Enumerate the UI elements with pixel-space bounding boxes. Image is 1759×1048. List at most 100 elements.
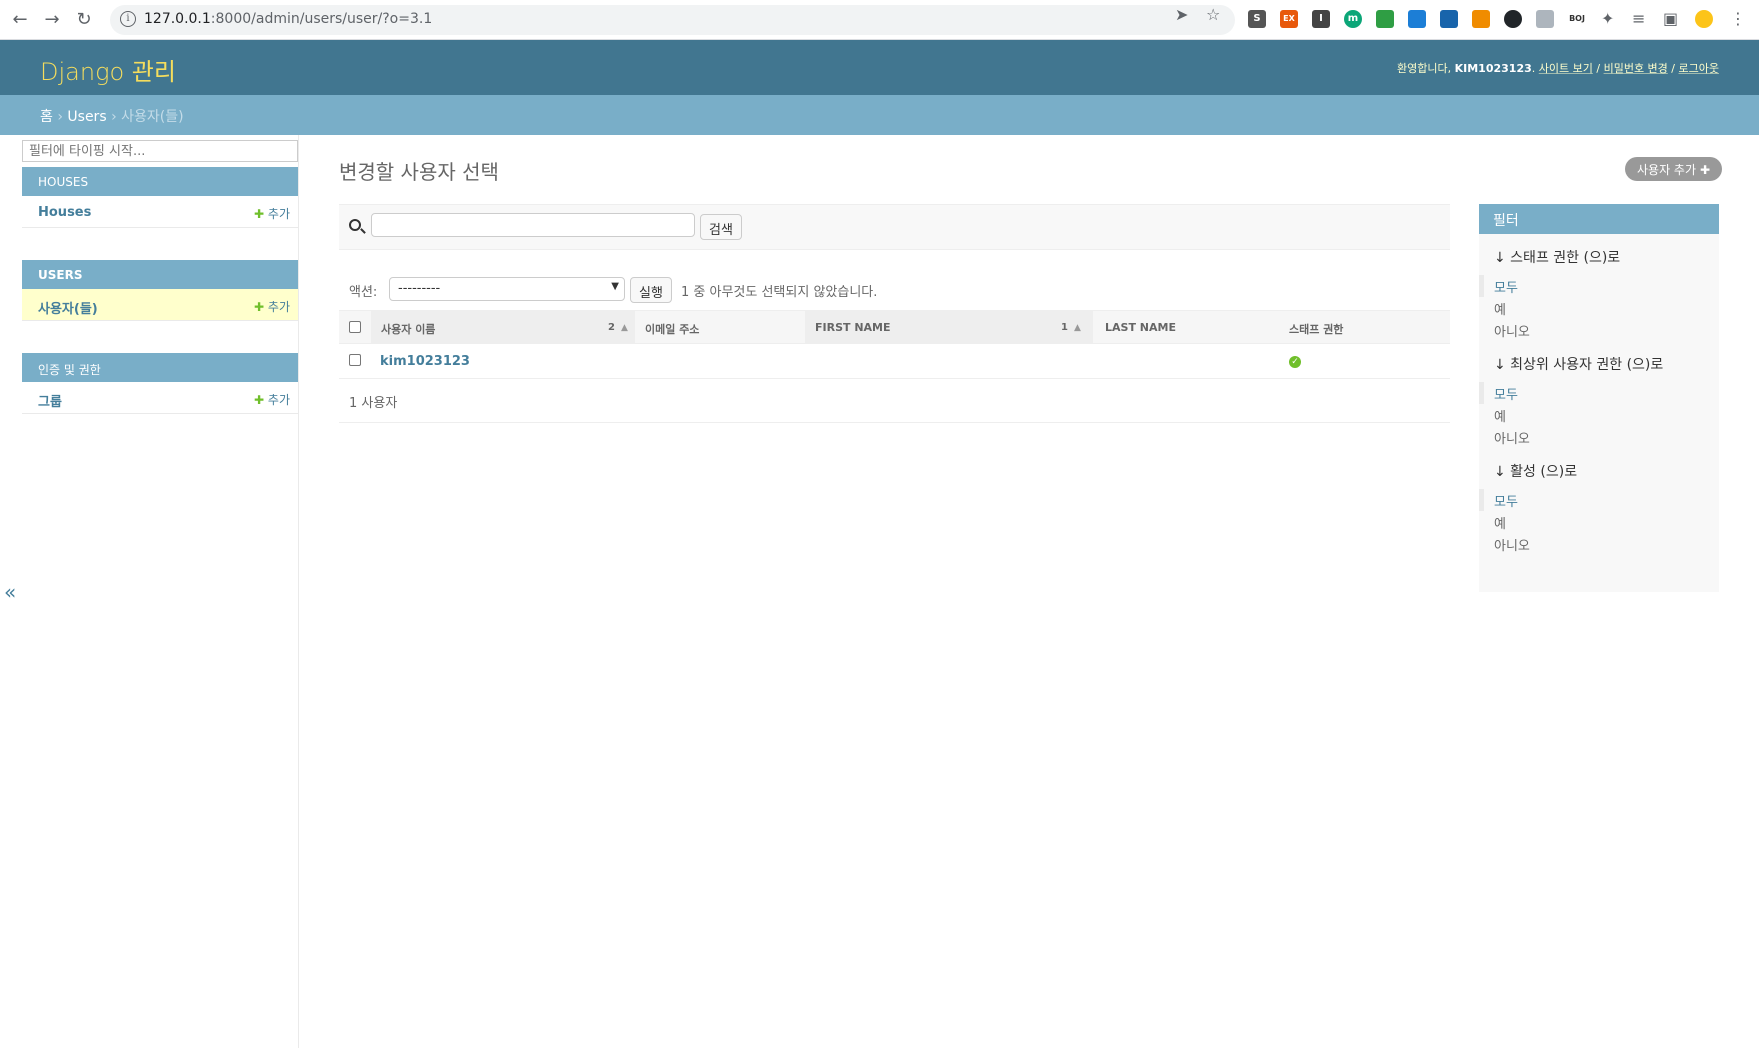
extension-circle-icon[interactable]	[1504, 10, 1522, 28]
add-link[interactable]: ✚ 추가	[254, 298, 290, 315]
sidebar-item-houses: Houses ✚ 추가	[22, 196, 298, 228]
breadcrumb-current: 사용자(들)	[121, 109, 184, 125]
separator: /	[1671, 62, 1676, 75]
filter-option[interactable]: 예	[1479, 297, 1719, 319]
search-toolbar: 검색	[339, 204, 1450, 250]
separator: /	[1596, 62, 1601, 75]
puzzle-icon[interactable]: ✦	[1601, 9, 1614, 28]
extension-portrait-icon[interactable]	[1536, 10, 1554, 28]
action-label: 액션:	[349, 285, 378, 300]
app-caption[interactable]: 인증 및 권한	[22, 353, 298, 382]
app-caption[interactable]: HOUSES	[22, 167, 298, 196]
sidebar-item-groups: 그룹 ✚ 추가	[22, 382, 298, 414]
address-bar[interactable]: i 127.0.0.1:8000/admin/users/user/?o=3.1	[110, 5, 1235, 35]
model-link[interactable]: Houses	[38, 205, 91, 220]
breadcrumb-app[interactable]: Users	[67, 109, 106, 125]
site-header: Django 관리 환영합니다, KIM1023123. 사이트 보기 / 비밀…	[0, 40, 1759, 95]
add-user-button[interactable]: 사용자 추가 ✚	[1625, 157, 1723, 181]
kebab-menu-icon[interactable]: ⋮	[1730, 9, 1746, 28]
column-header-last-name[interactable]: LAST NAME	[1095, 311, 1279, 344]
add-link[interactable]: ✚ 추가	[254, 391, 290, 408]
site-info-icon[interactable]: i	[120, 11, 136, 27]
select-all-checkbox[interactable]	[349, 321, 361, 333]
column-header-email[interactable]: 이메일 주소	[635, 311, 803, 344]
filter-option[interactable]: 아니오	[1479, 533, 1719, 555]
bookmark-star-icon[interactable]: ☆	[1206, 5, 1220, 24]
logout-link[interactable]: 로그아웃	[1679, 62, 1719, 75]
app-module-houses: HOUSES Houses ✚ 추가	[22, 167, 298, 228]
plus-icon: ✚	[254, 300, 265, 314]
username: KIM1023123	[1454, 62, 1532, 75]
extension-screen-icon[interactable]	[1376, 10, 1394, 28]
check-circle-icon: ✓	[1289, 356, 1301, 368]
column-header-staff[interactable]: 스태프 권한	[1279, 311, 1449, 344]
filter-options-active: 모두 예 아니오	[1479, 489, 1719, 555]
model-link[interactable]: 그룹	[38, 391, 62, 410]
reload-icon[interactable]: ↻	[72, 8, 96, 32]
filter-options-staff: 모두 예 아니오	[1479, 275, 1719, 341]
paginator: 1 사용자	[339, 379, 1450, 423]
sort-priority[interactable]: 1	[1061, 322, 1068, 333]
breadcrumb-separator: ›	[111, 109, 117, 125]
back-arrow-icon[interactable]: ←	[8, 8, 32, 32]
filter-heading-superuser: ↓ 최상위 사용자 권한 (으)로	[1494, 357, 1664, 373]
extension-s-icon[interactable]: S	[1248, 10, 1266, 28]
filter-option[interactable]: 모두	[1479, 489, 1719, 511]
forward-arrow-icon[interactable]: →	[40, 8, 64, 32]
sort-ascending-icon[interactable]: ▲	[1074, 323, 1081, 333]
toggle-sidebar-button[interactable]: «	[4, 580, 16, 604]
sort-priority[interactable]: 2	[608, 322, 615, 333]
app-module-auth: 인증 및 권한 그룹 ✚ 추가	[22, 353, 298, 414]
sidebar-item-users: 사용자(들) ✚ 추가	[22, 289, 298, 321]
search-button[interactable]: 검색	[700, 214, 742, 240]
search-input[interactable]	[371, 213, 695, 237]
column-header-first-name[interactable]: FIRST NAME 1 ▲	[805, 311, 1093, 344]
column-header-username[interactable]: 사용자 이름 2 ▲	[371, 311, 635, 344]
nav-filter-input[interactable]	[22, 140, 298, 162]
filter-option[interactable]: 아니오	[1479, 319, 1719, 341]
filter-title: 필터	[1479, 204, 1719, 234]
change-password-link[interactable]: 비밀번호 변경	[1604, 62, 1668, 75]
search-icon	[349, 219, 361, 231]
filter-option[interactable]: 아니오	[1479, 426, 1719, 448]
action-select[interactable]: --------- ▼	[389, 277, 625, 301]
filter-heading-active: ↓ 활성 (으)로	[1494, 464, 1578, 480]
filter-option[interactable]: 예	[1479, 404, 1719, 426]
extension-boj-icon[interactable]: BOJ	[1568, 10, 1586, 28]
send-icon[interactable]: ➤	[1175, 5, 1188, 24]
selection-counter: 1 중 아무것도 선택되지 않았습니다.	[681, 285, 878, 300]
breadcrumb-home[interactable]: 홈	[40, 109, 53, 125]
welcome-text: 환영합니다,	[1397, 62, 1452, 75]
sort-ascending-icon[interactable]: ▲	[621, 323, 628, 333]
actions-bar: 액션: --------- ▼ 실행 1 중 아무것도 선택되지 않았습니다.	[339, 272, 1450, 308]
breadcrumb: 홈 › Users › 사용자(들)	[0, 95, 1759, 135]
row-checkbox[interactable]	[349, 354, 361, 366]
extension-ex-icon[interactable]: EX	[1280, 10, 1298, 28]
avatar[interactable]	[1695, 10, 1713, 28]
add-link[interactable]: ✚ 추가	[254, 205, 290, 222]
model-link[interactable]: 사용자(들)	[38, 298, 98, 317]
filter-heading-staff: ↓ 스태프 권한 (으)로	[1494, 250, 1621, 266]
extension-i-icon[interactable]: I	[1312, 10, 1330, 28]
table-row: kim1023123 ✓	[339, 344, 1450, 379]
extension-m-icon[interactable]: m	[1344, 10, 1362, 28]
site-branding[interactable]: Django 관리	[40, 52, 176, 87]
app-caption[interactable]: USERS	[22, 260, 298, 289]
filter-option[interactable]: 모두	[1479, 382, 1719, 404]
filter-option[interactable]: 예	[1479, 511, 1719, 533]
breadcrumb-separator: ›	[57, 109, 63, 125]
plus-icon: ✚	[254, 207, 265, 221]
media-queue-icon[interactable]: ≡	[1632, 9, 1645, 28]
app-module-users: USERS 사용자(들) ✚ 추가	[22, 260, 298, 321]
changelist-filter: 필터 ↓ 스태프 권한 (으)로 모두 예 아니오 ↓ 최상위 사용자 권한 (…	[1479, 204, 1719, 592]
extension-plane-icon[interactable]	[1440, 10, 1458, 28]
username-link[interactable]: kim1023123	[380, 354, 470, 369]
run-action-button[interactable]: 실행	[630, 277, 672, 303]
view-site-link[interactable]: 사이트 보기	[1539, 62, 1593, 75]
side-panel-icon[interactable]: ▣	[1663, 9, 1678, 28]
extension-edit-icon[interactable]	[1408, 10, 1426, 28]
filter-option[interactable]: 모두	[1479, 275, 1719, 297]
result-list: 사용자 이름 2 ▲ 이메일 주소 FIRST NAME 1 ▲ LAST NA…	[339, 310, 1450, 423]
extension-fox-icon[interactable]	[1472, 10, 1490, 28]
browser-toolbar: ← → ↻ i 127.0.0.1:8000/admin/users/user/…	[0, 0, 1759, 40]
